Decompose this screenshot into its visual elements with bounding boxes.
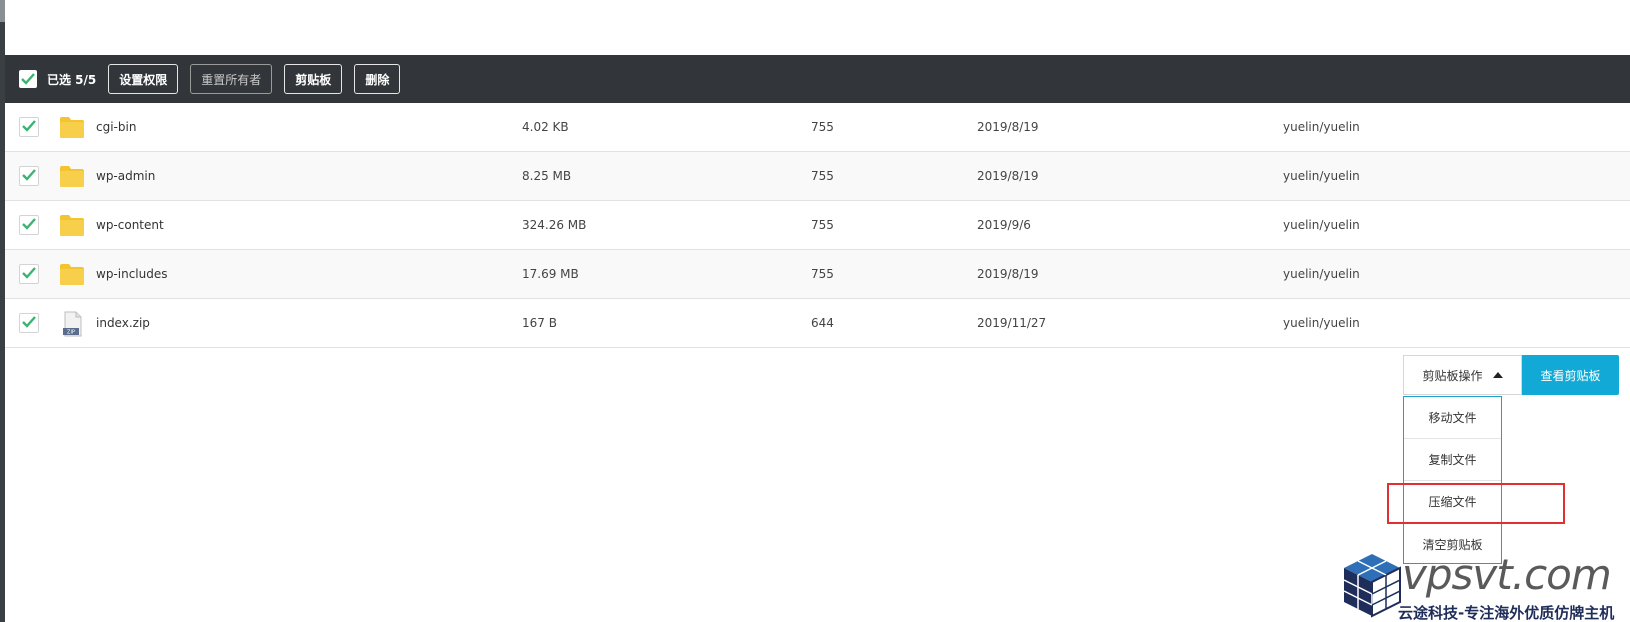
file-date: 2019/9/6 <box>977 218 1031 232</box>
folder-icon <box>59 164 85 188</box>
file-permission: 644 <box>811 316 834 330</box>
file-row[interactable]: wp-content 324.26 MB 755 2019/9/6 yuelin/yue… <box>5 201 1630 250</box>
menu-item-copy-files[interactable]: 复制文件 <box>1404 439 1501 481</box>
view-clipboard-button[interactable]: 查看剪贴板 <box>1522 355 1619 395</box>
file-owner: yuelin/yuelin <box>1283 218 1360 232</box>
cube-logo-icon <box>1343 554 1401 618</box>
check-icon <box>22 315 36 331</box>
file-name[interactable]: index.zip <box>96 316 150 330</box>
watermark: vpsvt.com 云途科技-专注海外优质仿牌主机 <box>1342 550 1630 622</box>
clipboard-menu: 移动文件 复制文件 压缩文件 清空剪贴板 <box>1403 396 1502 564</box>
selection-toolbar: 已选 5/5 设置权限 重置所有者 剪贴板 删除 <box>5 55 1630 103</box>
annotation-highlight-box <box>1387 483 1565 524</box>
file-permission: 755 <box>811 120 834 134</box>
file-size: 167 B <box>522 316 557 330</box>
check-icon <box>21 73 35 85</box>
file-row[interactable]: wp-includes 17.69 MB 755 2019/8/19 yuelin/yu… <box>5 250 1630 299</box>
watermark-text: vpsvt.com <box>1402 550 1612 599</box>
check-icon <box>22 217 36 233</box>
row-checkbox[interactable] <box>19 313 39 333</box>
file-name[interactable]: cgi-bin <box>96 120 136 134</box>
zip-file-icon: ZIP <box>59 311 85 337</box>
watermark-subtitle: 云途科技-专注海外优质仿牌主机 <box>1398 604 1615 622</box>
file-size: 17.69 MB <box>522 267 579 281</box>
folder-icon <box>59 262 85 286</box>
file-owner: yuelin/yuelin <box>1283 169 1360 183</box>
clipboard-actions-dropdown[interactable]: 剪贴板操作 <box>1403 355 1522 395</box>
file-date: 2019/8/19 <box>977 169 1039 183</box>
row-checkbox[interactable] <box>19 117 39 137</box>
file-date: 2019/8/19 <box>977 120 1039 134</box>
folder-icon <box>59 115 85 139</box>
file-size: 8.25 MB <box>522 169 572 183</box>
file-owner: yuelin/yuelin <box>1283 267 1360 281</box>
check-icon <box>22 168 36 184</box>
reset-owner-button[interactable]: 重置所有者 <box>190 64 273 94</box>
set-permissions-button[interactable]: 设置权限 <box>108 64 179 94</box>
file-row[interactable]: cgi-bin 4.02 KB 755 2019/8/19 yuelin/yuelin <box>5 103 1630 152</box>
file-name[interactable]: wp-admin <box>96 169 155 183</box>
row-checkbox[interactable] <box>19 215 39 235</box>
file-row[interactable]: ZIP index.zip 167 B 644 2019/11/27 yuelin/yue… <box>5 299 1630 348</box>
folder-icon <box>59 213 85 237</box>
select-all-checkbox[interactable] <box>19 70 37 88</box>
file-owner: yuelin/yuelin <box>1283 120 1360 134</box>
file-name[interactable]: wp-includes <box>96 267 168 281</box>
file-name[interactable]: wp-content <box>96 218 164 232</box>
file-date: 2019/11/27 <box>977 316 1047 330</box>
file-permission: 755 <box>811 267 834 281</box>
left-edge-notch <box>0 0 5 22</box>
check-icon <box>22 266 36 282</box>
selected-count: 已选 5/5 <box>47 72 97 87</box>
file-list: cgi-bin 4.02 KB 755 2019/8/19 yuelin/yuelin w… <box>5 103 1630 348</box>
file-permission: 755 <box>811 218 834 232</box>
svg-text:ZIP: ZIP <box>67 330 75 336</box>
file-size: 4.02 KB <box>522 120 569 134</box>
caret-up-icon <box>1492 372 1503 378</box>
file-size: 324.26 MB <box>522 218 587 232</box>
clipboard-button[interactable]: 剪贴板 <box>284 64 343 94</box>
delete-button[interactable]: 删除 <box>354 64 401 94</box>
file-owner: yuelin/yuelin <box>1283 316 1360 330</box>
row-checkbox[interactable] <box>19 166 39 186</box>
file-date: 2019/8/19 <box>977 267 1039 281</box>
file-permission: 755 <box>811 169 834 183</box>
file-row[interactable]: wp-admin 8.25 MB 755 2019/8/19 yuelin/yuelin <box>5 152 1630 201</box>
menu-item-move-files[interactable]: 移动文件 <box>1404 397 1501 439</box>
check-icon <box>22 119 36 135</box>
clipboard-actions-label: 剪贴板操作 <box>1422 368 1483 383</box>
row-checkbox[interactable] <box>19 264 39 284</box>
clipboard-actions: 剪贴板操作 查看剪贴板 <box>1403 355 1619 395</box>
